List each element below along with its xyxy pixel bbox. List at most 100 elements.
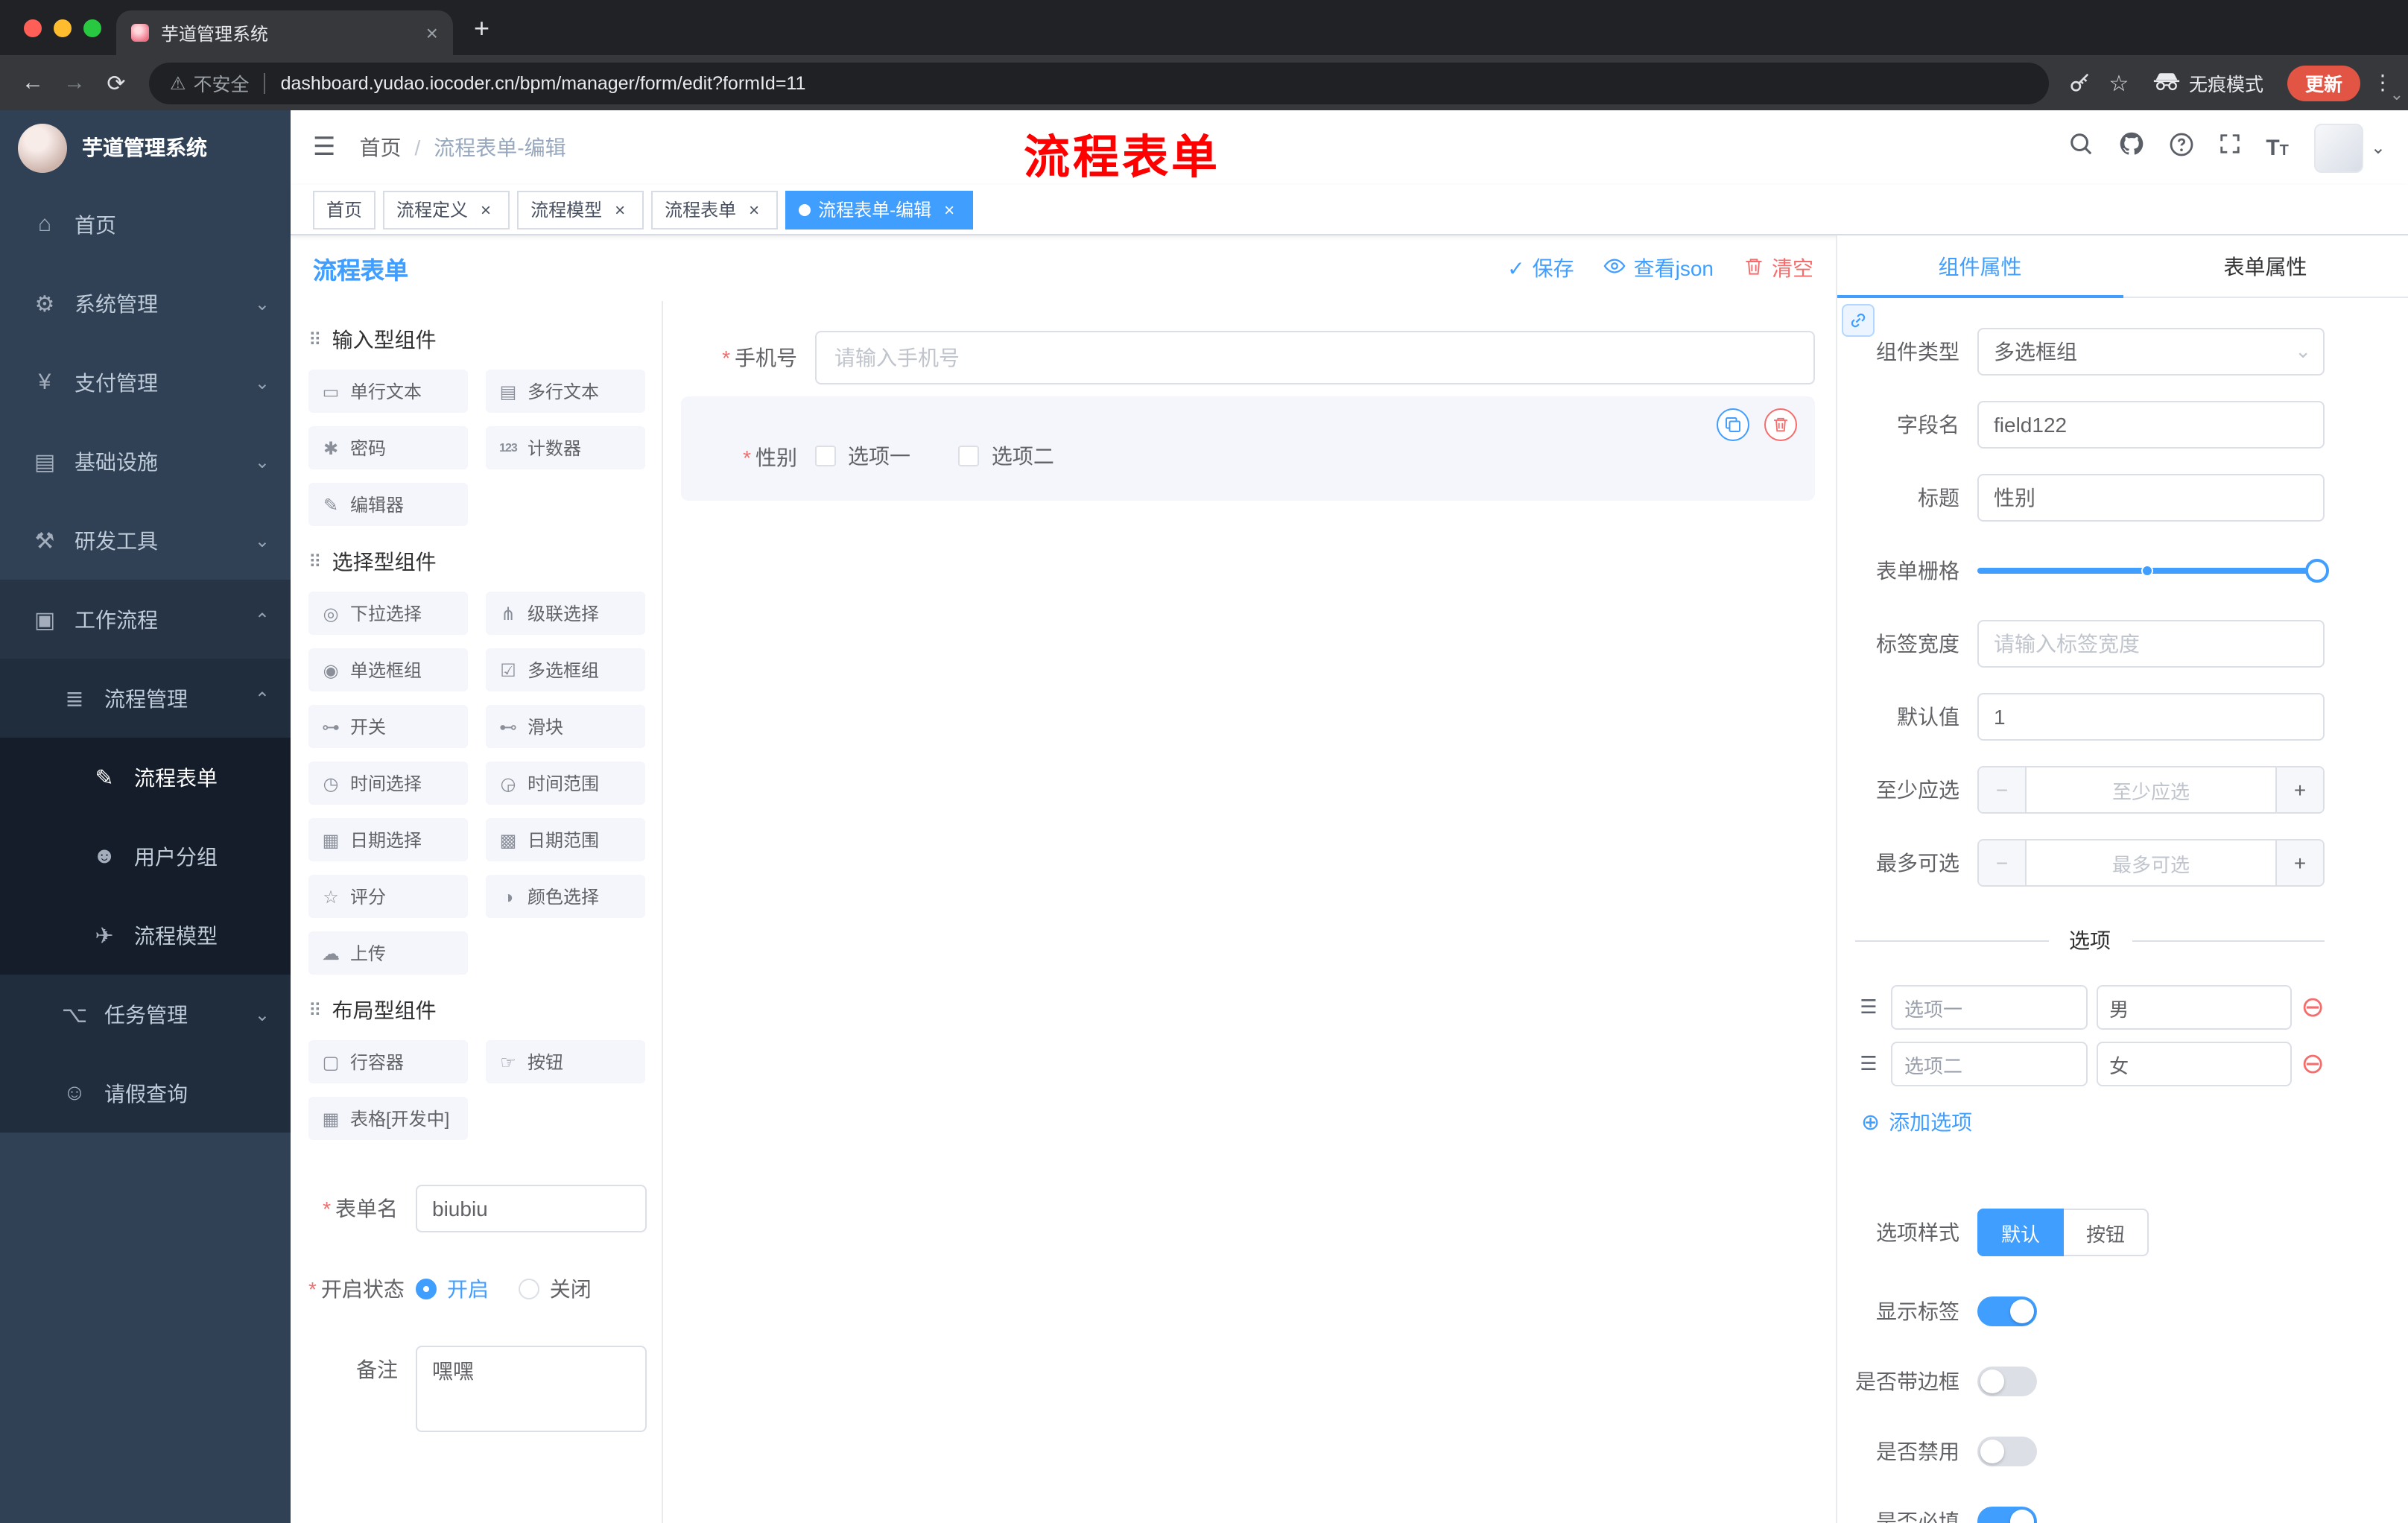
toolbar-overflow-chevron-icon[interactable]: ⌄: [2390, 85, 2404, 104]
slider-track[interactable]: [1977, 559, 2329, 583]
option-value-input[interactable]: [2096, 985, 2293, 1030]
back-button[interactable]: ←: [12, 62, 54, 104]
browser-tab[interactable]: 芋道管理系统 ×: [116, 10, 453, 55]
help-icon[interactable]: [2169, 132, 2193, 163]
tag-process-form-edit[interactable]: 流程表单-编辑 ×: [785, 190, 974, 229]
palette-item[interactable]: ▭ 单行文本: [308, 370, 468, 413]
bookmark-star-icon[interactable]: ☆: [2100, 63, 2138, 102]
minus-button[interactable]: −: [1979, 767, 2027, 812]
remove-option-icon[interactable]: ⊖: [2301, 993, 2325, 1022]
tag-process-form[interactable]: 流程表单 ×: [651, 190, 779, 229]
github-icon[interactable]: [2118, 131, 2144, 164]
palette-item[interactable]: ⊷ 滑块: [486, 705, 645, 748]
field-phone[interactable]: * 手机号: [681, 331, 1815, 384]
clear-button[interactable]: 清空: [1743, 253, 1813, 283]
option-value-input[interactable]: [2096, 1042, 2293, 1086]
tab-component-props[interactable]: 组件属性: [1837, 235, 2123, 298]
new-tab-button[interactable]: +: [474, 13, 489, 45]
avatar[interactable]: [2313, 123, 2363, 172]
palette-item[interactable]: ⋔ 级联选择: [486, 592, 645, 635]
form-name-input[interactable]: [416, 1185, 647, 1232]
max-select-stepper[interactable]: − 最多可选 +: [1977, 839, 2325, 887]
minus-button[interactable]: −: [1979, 840, 2027, 885]
palette-item[interactable]: 123 计数器: [486, 426, 645, 469]
zoom-window-button[interactable]: [83, 19, 101, 37]
checkbox-option-one[interactable]: 选项一: [815, 441, 910, 471]
palette-item[interactable]: ◶ 时间范围: [486, 762, 645, 805]
palette-item[interactable]: ▢ 行容器: [308, 1040, 468, 1083]
palette-item[interactable]: ◷ 时间选择: [308, 762, 468, 805]
tag-close-icon[interactable]: ×: [744, 199, 764, 220]
tag-close-icon[interactable]: ×: [939, 199, 960, 220]
tag-process-definition[interactable]: 流程定义 ×: [383, 190, 510, 229]
palette-item[interactable]: ⊶ 开关: [308, 705, 468, 748]
remove-option-icon[interactable]: ⊖: [2301, 1050, 2325, 1078]
disabled-switch[interactable]: [1977, 1437, 2037, 1466]
key-icon[interactable]: [2061, 63, 2100, 102]
border-switch[interactable]: [1977, 1367, 2037, 1396]
style-button-button[interactable]: 按钮: [2064, 1209, 2149, 1256]
palette-item[interactable]: ☑ 多选框组: [486, 648, 645, 691]
tag-home[interactable]: 首页: [313, 190, 376, 229]
hamburger-icon[interactable]: ☰: [313, 133, 336, 162]
palette-item[interactable]: ◑ 颜色选择: [486, 875, 645, 918]
sidebar-item-workflow[interactable]: ▣ 工作流程 ⌃: [0, 580, 291, 659]
selected-field-block[interactable]: * 性别 选项一 选项二: [681, 396, 1815, 501]
palette-item[interactable]: ✎ 编辑器: [308, 483, 468, 526]
max-select-value[interactable]: 最多可选: [2027, 840, 2275, 885]
form-canvas[interactable]: *手机号 *性别: [663, 301, 1836, 1523]
drag-handle-icon[interactable]: ☰: [1855, 995, 1882, 1019]
palette-item[interactable]: ☆ 评分: [308, 875, 468, 918]
drag-handle-icon[interactable]: ☰: [1855, 1052, 1882, 1076]
sidebar-item-process-form[interactable]: ✎ 流程表单: [0, 738, 291, 817]
component-type-select[interactable]: ⌄: [1977, 328, 2325, 376]
palette-item[interactable]: ☞ 按钮: [486, 1040, 645, 1083]
palette-item[interactable]: ◎ 下拉选择: [308, 592, 468, 635]
forward-button[interactable]: →: [54, 62, 95, 104]
view-json-button[interactable]: 查看json: [1604, 253, 1714, 283]
user-menu[interactable]: ⌄: [2313, 123, 2386, 172]
required-switch[interactable]: [1977, 1507, 2037, 1523]
option-name-input[interactable]: [1891, 985, 2088, 1030]
sidebar-item-leave-query[interactable]: ☺ 请假查询: [0, 1054, 291, 1133]
sidebar-item-devtools[interactable]: ⚒ 研发工具 ⌄: [0, 501, 291, 580]
sidebar-item-system[interactable]: ⚙ 系统管理 ⌄: [0, 264, 291, 343]
tag-process-model[interactable]: 流程模型 ×: [517, 190, 644, 229]
address-bar[interactable]: ⚠ 不安全 dashboard.yudao.iocoder.cn/bpm/man…: [149, 62, 2049, 104]
security-label[interactable]: 不安全: [194, 69, 250, 97]
palette-item[interactable]: ◉ 单选框组: [308, 648, 468, 691]
field-gender[interactable]: * 性别 选项一 选项二: [681, 441, 1815, 474]
tab-close-icon[interactable]: ×: [426, 21, 438, 45]
field-name-input[interactable]: [1977, 401, 2325, 449]
sidebar-item-task-mgmt[interactable]: ⌥ 任务管理 ⌄: [0, 975, 291, 1054]
palette-item[interactable]: ✱ 密码: [308, 426, 468, 469]
min-select-value[interactable]: 至少应选: [2027, 767, 2275, 812]
plus-button[interactable]: +: [2275, 767, 2323, 812]
show-label-switch[interactable]: [1977, 1296, 2037, 1326]
copy-field-button[interactable]: [1717, 408, 1749, 441]
sidebar-item-payment[interactable]: ¥ 支付管理 ⌄: [0, 343, 291, 422]
minimize-window-button[interactable]: [54, 19, 72, 37]
palette-item[interactable]: ☁ 上传: [308, 931, 468, 975]
sidebar-item-infra[interactable]: ▤ 基础设施 ⌄: [0, 422, 291, 501]
palette-item[interactable]: ▤ 多行文本: [486, 370, 645, 413]
sidebar-item-home[interactable]: ⌂ 首页: [0, 185, 291, 264]
grid-slider[interactable]: [1977, 547, 2329, 595]
radio-status-off[interactable]: 关闭: [518, 1265, 592, 1313]
option-name-input[interactable]: [1891, 1042, 2088, 1086]
search-icon[interactable]: [2068, 131, 2093, 164]
palette-item[interactable]: ▦ 日期选择: [308, 818, 468, 861]
default-value-input[interactable]: [1977, 693, 2325, 741]
close-window-button[interactable]: [24, 19, 42, 37]
palette-item[interactable]: ▩ 日期范围: [486, 818, 645, 861]
palette-item[interactable]: ▦ 表格[开发中]: [308, 1097, 468, 1140]
style-default-button[interactable]: 默认: [1977, 1209, 2065, 1256]
title-input[interactable]: [1977, 474, 2325, 522]
breadcrumb-home[interactable]: 首页: [360, 133, 402, 162]
fullscreen-icon[interactable]: [2218, 133, 2240, 162]
min-select-stepper[interactable]: − 至少应选 +: [1977, 766, 2325, 814]
tab-form-props[interactable]: 表单属性: [2123, 235, 2408, 297]
delete-field-button[interactable]: [1764, 408, 1797, 441]
font-size-icon[interactable]: TT: [2266, 135, 2289, 160]
reload-button[interactable]: ⟳: [95, 62, 137, 104]
